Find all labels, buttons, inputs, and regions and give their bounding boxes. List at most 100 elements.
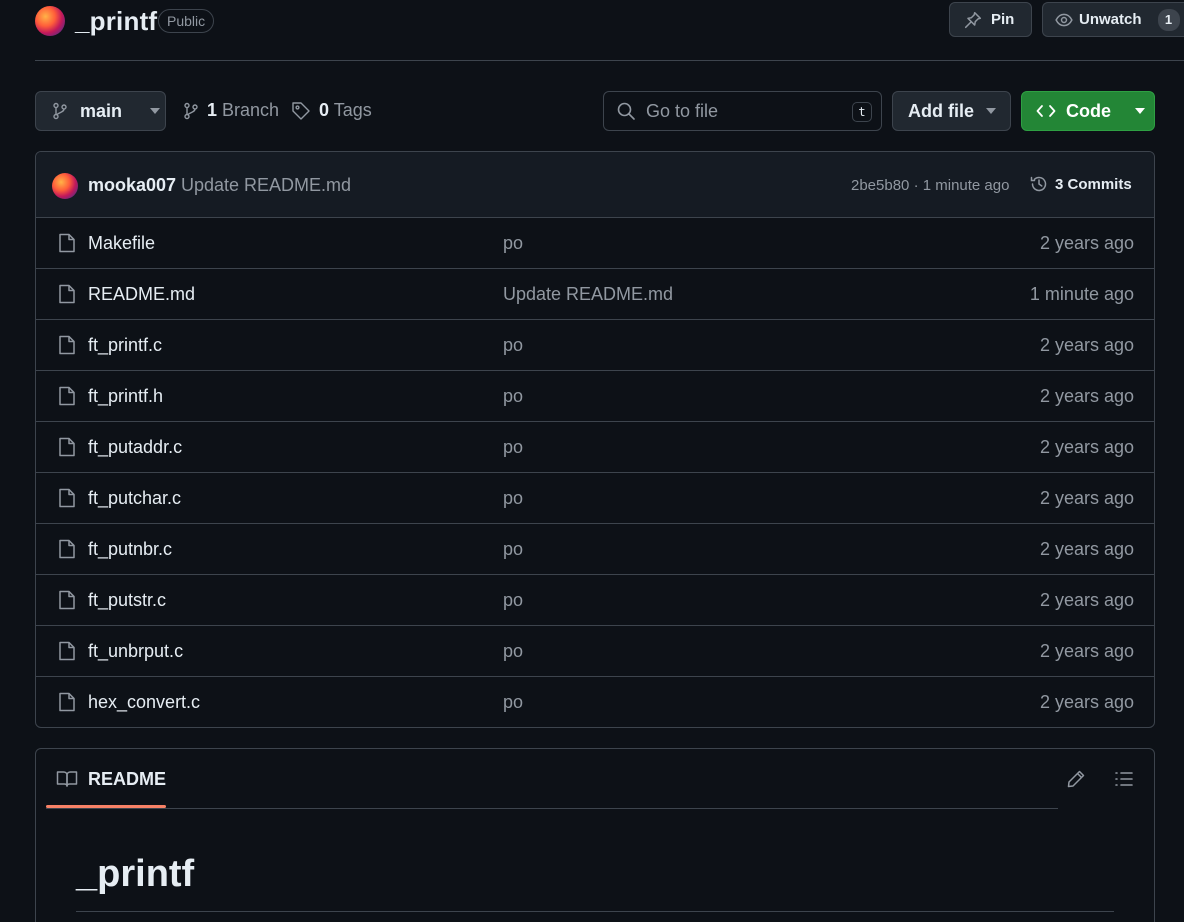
table-row: ft_putchar.c po 2 years ago (36, 473, 1154, 524)
file-commit-date: 2 years ago (1039, 641, 1134, 661)
readme-panel: README _printf (35, 748, 1155, 922)
chevron-down-icon (150, 108, 161, 114)
history-icon (1029, 174, 1049, 194)
file-name-link[interactable]: Makefile (88, 233, 155, 254)
commit-hash-time[interactable]: 2be5b80 · 1 minute ago (851, 177, 1009, 194)
file-name-link[interactable]: ft_putaddr.c (88, 437, 182, 458)
file-icon (58, 641, 76, 661)
branch-label: Branch (222, 100, 280, 120)
unwatch-button[interactable]: Unwatch 1 (1042, 2, 1184, 37)
file-commit-message[interactable]: po (503, 335, 523, 356)
code-label: Code (1066, 100, 1111, 121)
file-commit-message[interactable]: po (503, 386, 523, 407)
chevron-down-icon (1135, 108, 1145, 114)
commit-author-avatar[interactable] (52, 173, 78, 199)
file-commit-date: 2 years ago (1039, 335, 1134, 355)
file-name-link[interactable]: ft_putchar.c (88, 488, 181, 509)
table-row: hex_convert.c po 2 years ago (36, 677, 1154, 727)
branch-selector[interactable]: main (35, 91, 166, 131)
file-commit-message[interactable]: po (503, 488, 523, 509)
file-name-link[interactable]: ft_printf.h (88, 386, 163, 407)
file-name-link[interactable]: hex_convert.c (88, 692, 200, 713)
keyboard-shortcut-hint: t (852, 102, 872, 122)
table-row: ft_printf.h po 2 years ago (36, 371, 1154, 422)
file-commit-message[interactable]: Update README.md (503, 284, 673, 305)
commit-message[interactable]: Update README.md (181, 175, 351, 196)
commit-author[interactable]: mooka007 (88, 175, 176, 196)
file-name-link[interactable]: ft_putstr.c (88, 590, 166, 611)
file-commit-date: 2 years ago (1039, 386, 1134, 406)
branch-name: main (80, 100, 123, 121)
heading-rule (76, 911, 1114, 912)
readme-header-divider (46, 808, 1058, 809)
readme-tab-label: README (88, 768, 167, 789)
table-of-contents-icon[interactable] (1114, 769, 1134, 789)
file-commit-message[interactable]: po (503, 590, 523, 611)
search-placeholder: Go to file (646, 100, 719, 121)
file-commit-date: 2 years ago (1039, 692, 1134, 712)
git-branch-icon (52, 102, 68, 120)
file-commit-date: 2 years ago (1039, 233, 1134, 253)
watch-count: 1 (1157, 8, 1180, 31)
file-commit-date: 1 minute ago (1029, 284, 1134, 304)
file-icon (58, 386, 76, 406)
file-name-link[interactable]: README.md (88, 284, 195, 305)
repo-owner-avatar[interactable] (35, 6, 65, 36)
pin-icon (964, 11, 982, 29)
file-name-link[interactable]: ft_unbrput.c (88, 641, 183, 662)
table-row: Makefile po 2 years ago (36, 218, 1154, 269)
file-commit-message[interactable]: po (503, 539, 523, 560)
file-commit-message[interactable]: po (503, 437, 523, 458)
unwatch-label: Unwatch (1079, 11, 1142, 28)
table-row: ft_putnbr.c po 2 years ago (36, 524, 1154, 575)
add-file-button[interactable]: Add file (892, 91, 1011, 131)
pin-label: Pin (991, 11, 1015, 28)
file-commit-message[interactable]: po (503, 692, 523, 713)
book-icon (56, 770, 78, 788)
add-file-label: Add file (908, 100, 974, 121)
file-icon (58, 539, 76, 559)
tag-count: 0 (319, 100, 330, 120)
file-commit-date: 2 years ago (1039, 488, 1134, 508)
table-row: ft_unbrput.c po 2 years ago (36, 626, 1154, 677)
file-commit-message[interactable]: po (503, 641, 523, 662)
file-name-link[interactable]: ft_printf.c (88, 335, 162, 356)
latest-commit-bar: mooka007 Update README.md 2be5b80 · 1 mi… (36, 152, 1154, 218)
file-table: mooka007 Update README.md 2be5b80 · 1 mi… (35, 151, 1155, 728)
git-branch-icon (183, 102, 199, 120)
commits-label: 3 Commits (1055, 175, 1132, 193)
tags-link[interactable]: 0 Tags (291, 100, 372, 121)
pencil-icon[interactable] (1066, 769, 1086, 789)
readme-tab[interactable]: README (46, 749, 166, 809)
file-icon (58, 233, 76, 253)
search-icon (616, 101, 636, 121)
file-icon (58, 335, 76, 355)
file-icon (58, 590, 76, 610)
commits-link[interactable]: 3 Commits (1029, 174, 1132, 194)
branches-link[interactable]: 1 Branch (183, 100, 279, 121)
file-commit-date: 2 years ago (1039, 437, 1134, 457)
header-divider (35, 60, 1184, 61)
branch-count: 1 (207, 100, 218, 120)
code-button[interactable]: Code (1021, 91, 1155, 131)
table-row: ft_putstr.c po 2 years ago (36, 575, 1154, 626)
code-icon (1036, 103, 1056, 119)
repo-name[interactable]: _printf (75, 6, 157, 37)
chevron-down-icon (986, 108, 996, 114)
table-row: ft_printf.c po 2 years ago (36, 320, 1154, 371)
table-row: ft_putaddr.c po 2 years ago (36, 422, 1154, 473)
tag-label: Tags (333, 100, 372, 120)
readme-heading: _printf (76, 853, 195, 895)
file-commit-date: 2 years ago (1039, 590, 1134, 610)
file-icon (58, 488, 76, 508)
file-icon (58, 284, 76, 304)
file-icon (58, 692, 76, 712)
visibility-badge: Public (158, 9, 215, 33)
go-to-file-input[interactable]: Go to file t (603, 91, 882, 131)
file-name-link[interactable]: ft_putnbr.c (88, 539, 172, 560)
pin-button[interactable]: Pin (949, 2, 1032, 37)
file-commit-message[interactable]: po (503, 233, 523, 254)
tag-icon (291, 101, 311, 121)
file-commit-date: 2 years ago (1039, 539, 1134, 559)
file-icon (58, 437, 76, 457)
